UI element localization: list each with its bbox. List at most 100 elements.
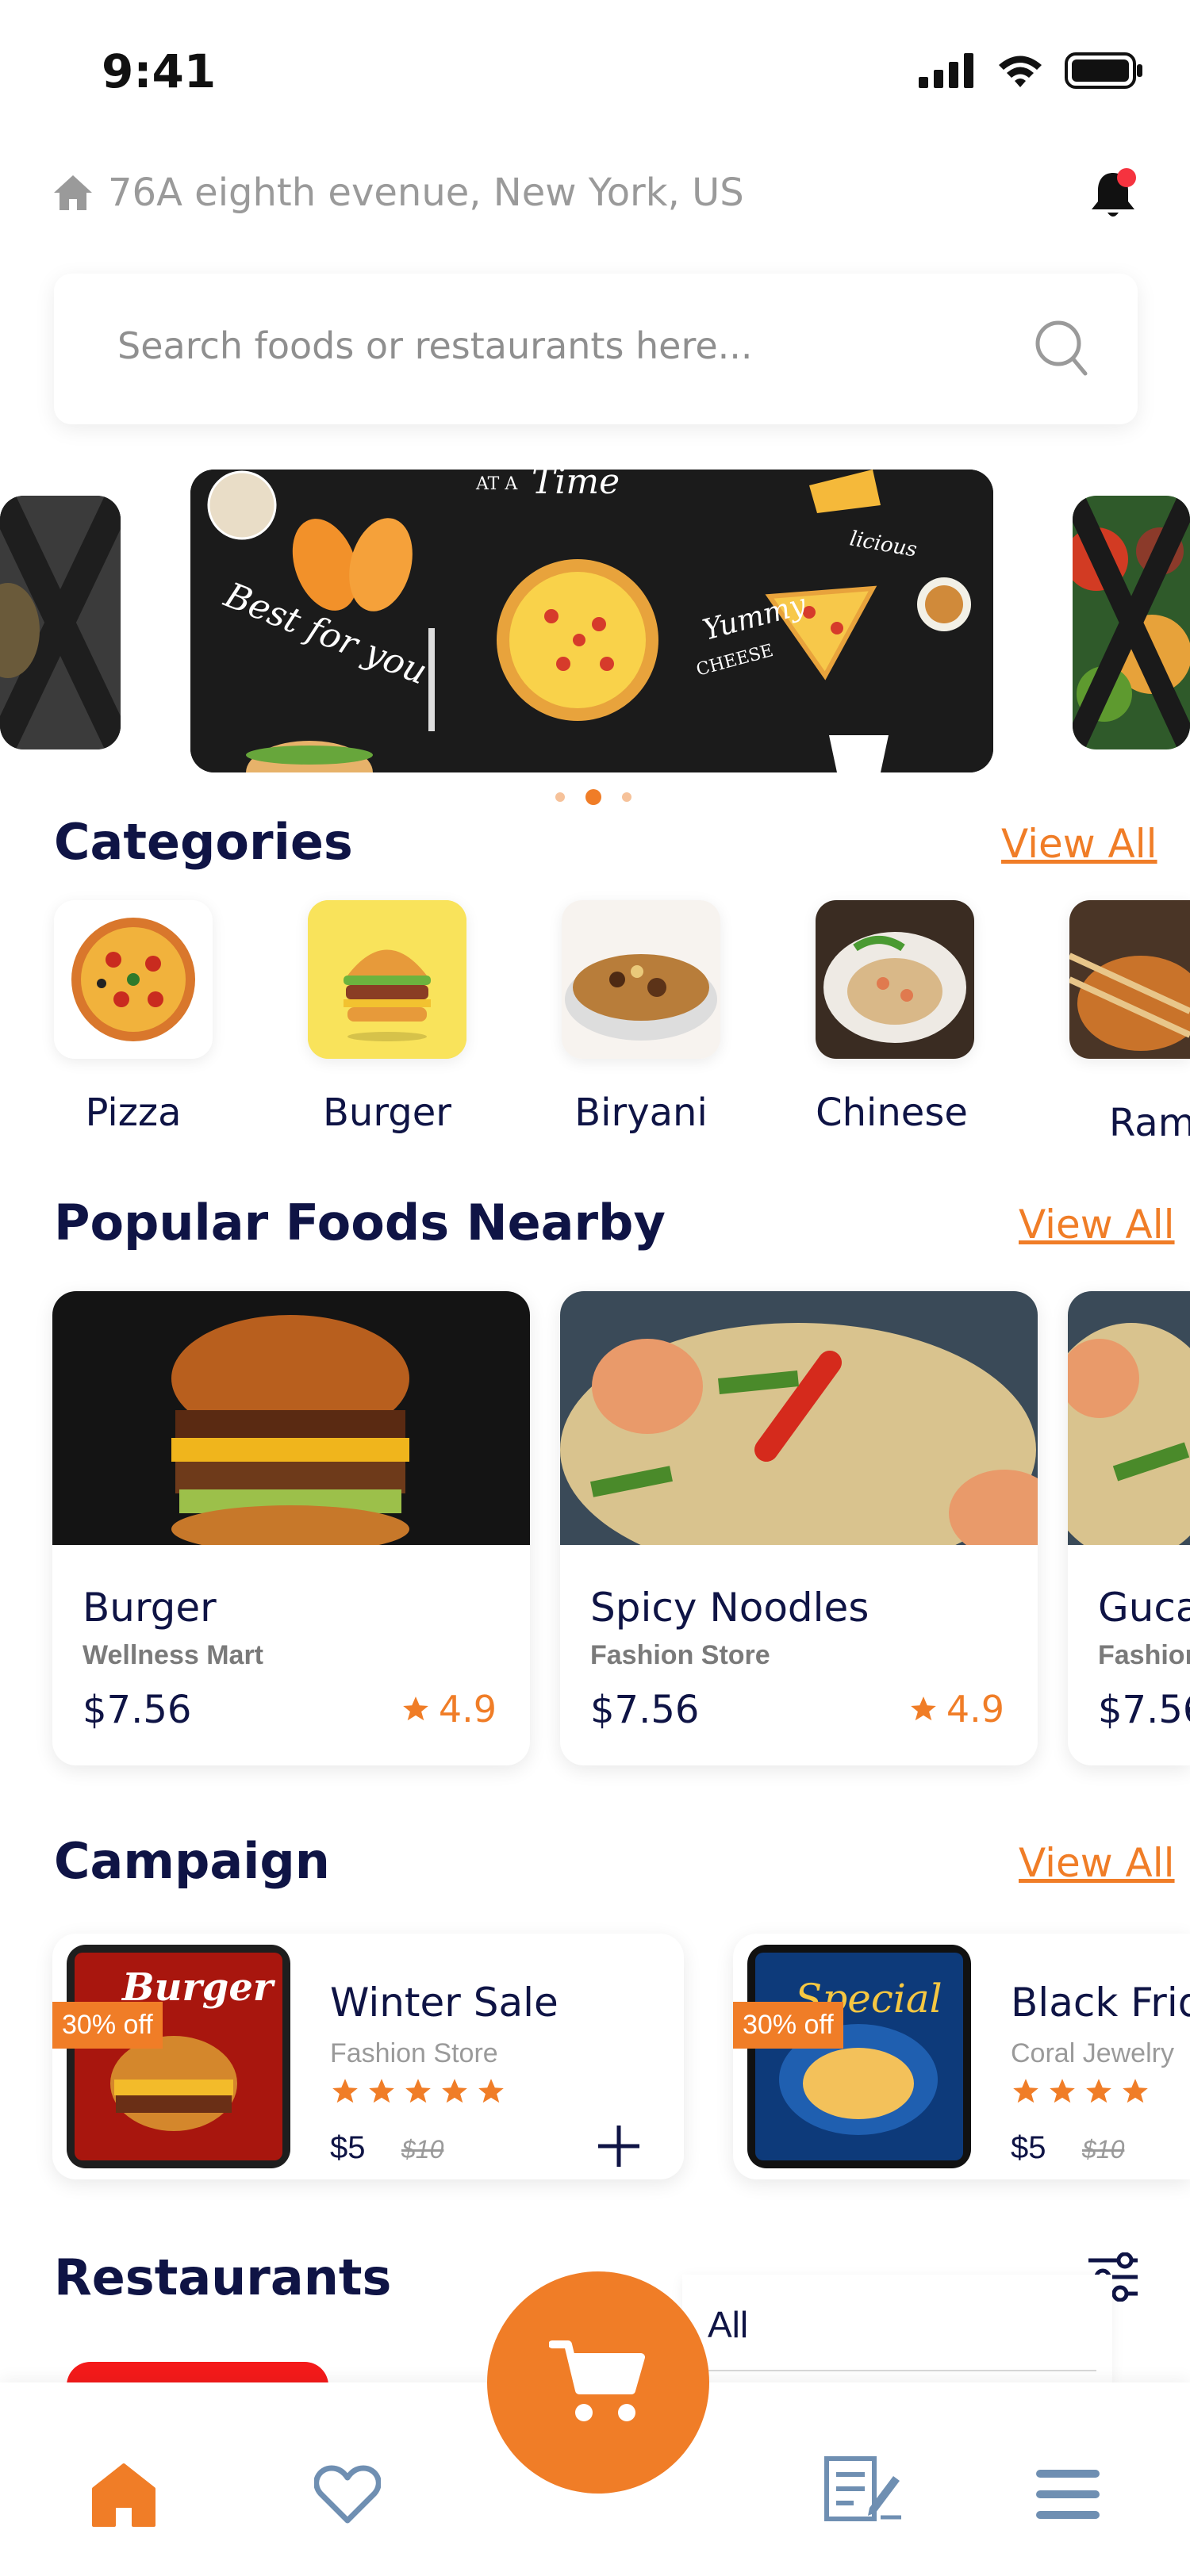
campaign-old-price: $10 xyxy=(1082,2135,1125,2164)
star-icon xyxy=(405,2079,431,2103)
pizza-image xyxy=(71,918,195,1041)
food-price: $7.56 xyxy=(590,1688,700,1732)
star-icon xyxy=(332,2079,358,2103)
category-label-ramen: Ram xyxy=(1109,1101,1190,1145)
status-icons xyxy=(919,52,1144,89)
star-icon xyxy=(478,2079,504,2103)
food-card[interactable]: Spicy Noodles Fashion Store $7.56 4.9 xyxy=(560,1291,1038,1765)
categories-view-all[interactable]: View All xyxy=(1001,821,1157,867)
biryani-image xyxy=(562,900,720,1059)
category-label-biryani: Biryani xyxy=(574,1091,708,1135)
campaign-poster: Burger xyxy=(67,1945,290,2168)
add-to-cart-plus-icon[interactable] xyxy=(595,2122,643,2170)
food-card[interactable]: Guca Fashion $7.56 xyxy=(1068,1291,1190,1765)
star-icon xyxy=(1013,2079,1038,2103)
banner-right-image xyxy=(1073,496,1190,749)
food-rating: 4.9 xyxy=(908,1688,1004,1731)
campaign-title: Campaign xyxy=(54,1832,330,1890)
ramen-image xyxy=(1069,900,1190,1059)
discount-badge: 30% off xyxy=(733,2002,843,2049)
signal-icon xyxy=(919,53,973,88)
category-biryani[interactable] xyxy=(562,900,720,1059)
status-time: 9:41 xyxy=(102,44,217,98)
star-icon xyxy=(911,1696,936,1721)
discount-badge: 30% off xyxy=(52,2002,163,2049)
burger-photo xyxy=(52,1291,530,1553)
wifi-icon xyxy=(999,56,1042,87)
campaign-price: $5 xyxy=(1011,2130,1046,2165)
menu-icon[interactable] xyxy=(1036,2470,1100,2519)
popular-view-all[interactable]: View All xyxy=(1019,1202,1175,1248)
address-text: 76A eighth evenue, New York, US xyxy=(108,171,744,215)
address-bar[interactable]: 76A eighth evenue, New York, US xyxy=(52,171,744,215)
search-placeholder: Search foods or restaurants here... xyxy=(117,324,753,367)
categories-title: Categories xyxy=(54,813,353,871)
search-icon[interactable] xyxy=(1033,318,1090,378)
food-price: $7.56 xyxy=(1098,1688,1190,1732)
food-rating-value: 4.9 xyxy=(438,1688,497,1731)
category-chinese[interactable] xyxy=(816,900,974,1059)
home-icon[interactable] xyxy=(90,2462,157,2528)
category-pizza[interactable] xyxy=(54,900,213,1059)
food-store: Fashion xyxy=(1098,1640,1190,1670)
home-small-icon xyxy=(54,175,92,210)
category-label-pizza: Pizza xyxy=(85,1091,182,1135)
food-card[interactable]: Burger Wellness Mart $7.56 4.9 xyxy=(52,1291,530,1765)
category-burger[interactable] xyxy=(308,900,466,1059)
battery-icon xyxy=(1065,52,1142,89)
campaign-item-title: Black Frid xyxy=(1011,1980,1190,2026)
category-label-chinese: Chinese xyxy=(816,1091,968,1135)
campaign-card[interactable]: Special 30% off Black Frid Coral Jewelry… xyxy=(733,1934,1190,2179)
star-icon xyxy=(1123,2079,1148,2103)
banner-main-image: AT A Time Best for you Yummy CHEESE lici… xyxy=(190,470,993,772)
star-icon xyxy=(442,2079,467,2103)
food-name: Guca xyxy=(1098,1585,1190,1631)
burger-image xyxy=(308,900,466,1059)
banner-pagination xyxy=(555,789,631,805)
star-icon xyxy=(403,1696,428,1721)
campaign-view-all[interactable]: View All xyxy=(1019,1840,1175,1886)
banner-left-peek[interactable] xyxy=(0,496,121,749)
campaign-price: $5 xyxy=(330,2130,366,2165)
filter-option-all[interactable]: All xyxy=(708,2303,748,2346)
banner-right-peek[interactable] xyxy=(1073,496,1190,749)
noodles-photo xyxy=(560,1291,1038,1577)
food-name: Burger xyxy=(83,1585,217,1631)
guca-photo xyxy=(1068,1291,1190,1561)
campaign-item-store: Fashion Store xyxy=(330,2038,498,2068)
star-icon xyxy=(1050,2079,1075,2103)
star-icon xyxy=(369,2079,394,2103)
cart-button[interactable] xyxy=(487,2271,709,2494)
campaign-card[interactable]: Burger 30% off Winter Sale Fashion Store… xyxy=(52,1934,684,2179)
popular-title: Popular Foods Nearby xyxy=(54,1194,666,1252)
dropdown-divider xyxy=(708,2370,1096,2371)
rating-stars xyxy=(330,2076,506,2106)
banner-main[interactable]: AT A Time Best for you Yummy CHEESE lici… xyxy=(190,470,993,772)
chinese-image xyxy=(816,900,974,1059)
campaign-poster: Special xyxy=(747,1945,971,2168)
category-label-burger: Burger xyxy=(323,1091,451,1135)
category-ramen[interactable] xyxy=(1069,900,1190,1059)
campaign-item-store: Coral Jewelry xyxy=(1011,2038,1174,2068)
notification-bell-icon[interactable] xyxy=(1085,167,1141,222)
food-store: Wellness Mart xyxy=(83,1640,264,1670)
pagination-dot[interactable] xyxy=(622,792,631,802)
cart-icon xyxy=(549,2340,645,2421)
banner-text-time: Time xyxy=(532,470,620,502)
food-store: Fashion Store xyxy=(590,1640,770,1670)
rating-stars xyxy=(1011,2076,1150,2106)
pagination-dot-active[interactable] xyxy=(585,789,601,805)
food-name: Spicy Noodles xyxy=(590,1585,869,1631)
campaign-old-price: $10 xyxy=(401,2135,444,2164)
star-icon xyxy=(1086,2079,1111,2103)
pagination-dot[interactable] xyxy=(555,792,565,802)
banner-text-at-a: AT A xyxy=(475,474,518,494)
filter-dropdown[interactable]: All xyxy=(682,2275,1112,2386)
orders-icon[interactable] xyxy=(822,2455,904,2522)
food-rating-value: 4.9 xyxy=(946,1688,1004,1731)
food-price: $7.56 xyxy=(83,1688,192,1732)
banner-left-image xyxy=(0,496,121,749)
heart-icon[interactable] xyxy=(314,2465,381,2525)
search-bar[interactable]: Search foods or restaurants here... xyxy=(54,274,1138,424)
campaign-item-title: Winter Sale xyxy=(330,1980,559,2026)
